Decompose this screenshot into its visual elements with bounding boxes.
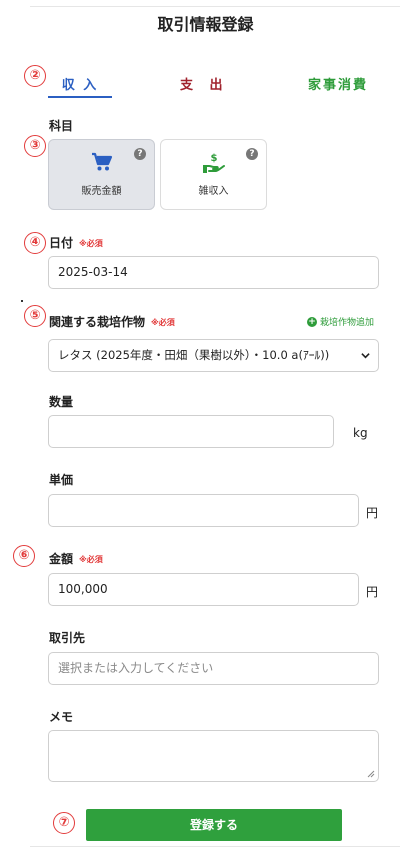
help-icon[interactable]: ? [246, 148, 258, 160]
quantity-label: 数量 [49, 395, 74, 409]
add-crop-button[interactable]: + 栽培作物追加 [307, 315, 374, 328]
tab-expense[interactable]: 支 出 [180, 74, 229, 93]
category-option-label: 雑収入 [198, 186, 229, 197]
help-icon[interactable]: ? [134, 148, 146, 160]
stray-dot [21, 300, 23, 302]
partner-label: 取引先 [49, 631, 86, 645]
amount-input[interactable]: 100,000 [48, 573, 359, 606]
crop-label: 関連する栽培作物 ※必須 [49, 313, 175, 330]
amount-label-text: 金額 [49, 552, 74, 566]
unit-price-input[interactable] [48, 494, 359, 527]
step-marker-7: ⑦ [53, 812, 75, 834]
category-option-sales[interactable]: ? 販売金額 [48, 139, 155, 210]
step-marker-5: ⑤ [24, 305, 46, 327]
step-marker-6: ⑥ [13, 545, 35, 567]
category-option-label: 販売金額 [81, 186, 122, 197]
amount-label: 金額 ※必須 [49, 550, 103, 567]
plus-circle-icon: + [307, 316, 317, 327]
crop-select-value: レタス (2025年度・田畑（果樹以外）・10.0 a(ｱｰﾙ)) [58, 348, 330, 362]
date-input[interactable]: 2025-03-14 [48, 256, 379, 289]
unit-price-unit: 円 [366, 506, 379, 520]
category-label: 科目 [49, 119, 74, 133]
step-marker-4: ④ [24, 232, 46, 254]
required-badge: ※必須 [79, 555, 103, 564]
step-marker-2: ② [24, 65, 46, 87]
memo-label: メモ [49, 710, 74, 724]
tab-income[interactable]: 収 入 [48, 74, 112, 93]
transaction-form-page: 取引情報登録 ② ③ ④ ⑤ ⑥ ⑦ 収 入 支 出 家事消費 科目 ? 販売金… [0, 0, 411, 858]
tab-household-consumption[interactable]: 家事消費 [308, 74, 368, 93]
tab-active-indicator [48, 96, 112, 98]
date-label: 日付 ※必須 [49, 234, 103, 251]
required-badge: ※必須 [151, 318, 175, 327]
amount-unit: 円 [366, 585, 379, 599]
category-option-misc-income[interactable]: $ ? 雑収入 [160, 139, 267, 210]
resize-handle-icon[interactable] [367, 770, 375, 778]
top-divider [30, 6, 400, 7]
memo-textarea[interactable] [48, 730, 379, 782]
step-marker-3: ③ [24, 135, 46, 157]
bottom-divider [30, 846, 400, 847]
crop-select[interactable]: レタス (2025年度・田畑（果樹以外）・10.0 a(ｱｰﾙ)) [48, 339, 379, 372]
date-label-text: 日付 [49, 236, 74, 250]
svg-text:$: $ [210, 153, 217, 164]
unit-price-label: 単価 [49, 473, 74, 487]
partner-input[interactable]: 選択または入力してください [48, 652, 379, 685]
chevron-down-icon [361, 353, 370, 359]
crop-label-text: 関連する栽培作物 [49, 315, 146, 329]
page-title: 取引情報登録 [157, 15, 254, 34]
add-crop-label: 栽培作物追加 [320, 318, 375, 328]
quantity-input[interactable] [48, 415, 334, 448]
quantity-unit: kg [353, 426, 368, 440]
submit-button[interactable]: 登録する [86, 809, 342, 841]
required-badge: ※必須 [79, 239, 103, 248]
